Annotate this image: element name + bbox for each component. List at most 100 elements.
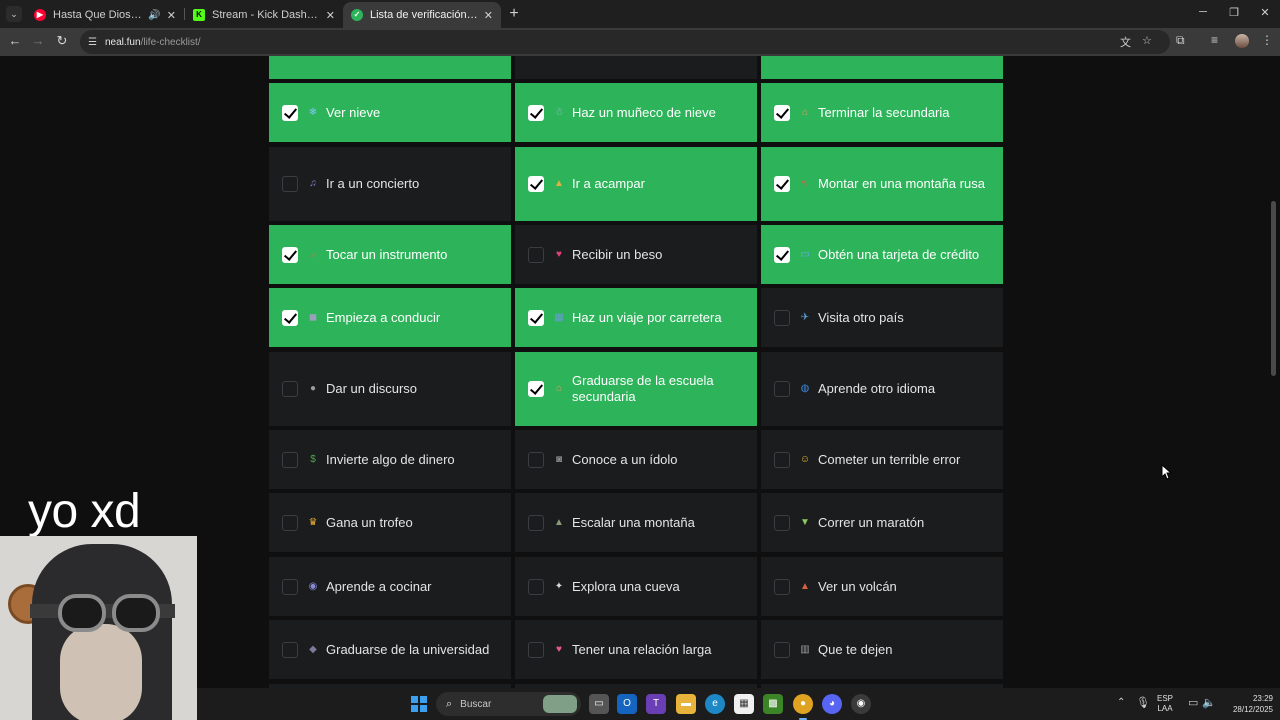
new-tab-icon[interactable]: + [505, 5, 523, 23]
checkbox[interactable] [774, 451, 790, 468]
checklist-item[interactable]: ◆ Graduarse de la universidad [269, 620, 511, 679]
network-icon[interactable]: ▭ [1188, 696, 1198, 709]
checklist-item[interactable]: ☃ Haz un muñeco de nieve [515, 83, 757, 142]
checklist-item[interactable]: ▦ Haz un viaje por carretera [515, 288, 757, 347]
checklist-item[interactable]: ♫ Ir a un concierto [269, 147, 511, 221]
checkbox-checked[interactable] [528, 104, 544, 121]
checkbox[interactable] [528, 514, 544, 531]
checklist-item[interactable]: ▼ Correr un maratón [761, 493, 1003, 552]
checklist-item[interactable]: ⌂ Graduarse de la escuela secundaria [515, 352, 757, 426]
checkbox-checked[interactable] [528, 176, 544, 192]
checklist-item[interactable]: ✦ Explora una cueva [515, 557, 757, 616]
checkbox[interactable] [282, 641, 298, 658]
extensions-icon[interactable]: ⧉ [1176, 33, 1185, 48]
tab-life-checklist[interactable]: ✓ Lista de verificación de vida ✕ [343, 2, 501, 28]
checkbox[interactable] [282, 578, 298, 595]
checklist-item[interactable]: ▲ Escalar una montaña [515, 493, 757, 552]
minimize-icon[interactable]: ─ [1193, 6, 1213, 18]
checkbox[interactable] [282, 514, 298, 531]
checkbox[interactable] [528, 451, 544, 468]
checkbox-checked[interactable] [282, 246, 298, 263]
profile-avatar[interactable] [1235, 34, 1249, 48]
checkbox-checked[interactable] [528, 381, 544, 397]
checklist-item[interactable]: ∿ Montar en una montaña rusa [761, 147, 1003, 221]
translate-icon[interactable]: 文 [1120, 34, 1131, 50]
close-tab-icon[interactable]: ✕ [167, 9, 176, 22]
checklist-item[interactable]: $ Invierte algo de dinero [269, 430, 511, 489]
checklist-item[interactable]: ❄ Ver nieve [269, 83, 511, 142]
minecraft-icon[interactable]: ▩ [763, 694, 783, 714]
close-tab-icon[interactable]: ✕ [326, 9, 335, 22]
checklist-item[interactable]: ◍ Aprende otro idioma [761, 352, 1003, 426]
teams-icon[interactable]: T [646, 694, 666, 714]
checkbox-checked[interactable] [774, 176, 790, 192]
tab-kick[interactable]: K Stream - Kick Dashboard ✕ [185, 2, 343, 28]
microphone-icon[interactable]: 🎙 [1136, 696, 1150, 709]
media-control-icon[interactable]: ≡ [1211, 33, 1218, 47]
checkbox[interactable] [528, 246, 544, 263]
reload-icon[interactable]: ↻ [53, 33, 71, 49]
menu-kebab-icon[interactable]: ⋮ [1261, 33, 1273, 47]
site-info-icon[interactable]: ☰ [88, 37, 97, 48]
checklist-item[interactable]: ◼ Empieza a conducir [269, 288, 511, 347]
checkbox-checked[interactable] [774, 104, 790, 121]
checklist-item-partial[interactable] [269, 56, 511, 79]
checkbox[interactable] [774, 381, 790, 397]
language-indicator[interactable]: ESP LAA [1157, 694, 1173, 714]
checklist-item[interactable]: ♛ Gana un trofeo [269, 493, 511, 552]
checkbox[interactable] [282, 451, 298, 468]
bookmark-star-icon[interactable]: ☆ [1142, 34, 1152, 47]
speaker-icon[interactable]: 🔊 [148, 10, 160, 21]
store-icon[interactable]: ▦ [734, 694, 754, 714]
windows-start-icon[interactable] [411, 696, 427, 712]
forward-icon[interactable]: → [29, 33, 47, 48]
chrome-icon[interactable]: ● [793, 694, 813, 720]
checklist-item[interactable]: ◙ Conoce a un ídolo [515, 430, 757, 489]
task-view-icon[interactable]: ▭ [589, 694, 609, 714]
checkbox[interactable] [528, 641, 544, 658]
checklist-item[interactable]: ♥ Tener una relación larga [515, 620, 757, 679]
checklist-item[interactable]: ☺ Cometer un terrible error [761, 430, 1003, 489]
checkbox-checked[interactable] [282, 309, 298, 326]
outlook-icon[interactable]: O [617, 694, 637, 714]
close-window-icon[interactable]: ✕ [1255, 6, 1275, 19]
checklist-item[interactable]: ▭ Obtén una tarjeta de crédito [761, 225, 1003, 284]
checkbox-checked[interactable] [774, 246, 790, 263]
url-text[interactable]: neal.fun/life-checklist/ [105, 37, 201, 48]
tray-overflow-icon[interactable]: ⌃ [1117, 697, 1125, 708]
checklist-item[interactable]: ▥ Que te dejen [761, 620, 1003, 679]
checkbox-checked[interactable] [528, 309, 544, 326]
tab-youtube[interactable]: ▶ Hasta Que Dios Diga - YouTube 🔊 ✕ [26, 2, 184, 28]
checkbox[interactable] [282, 381, 298, 397]
edge-icon[interactable]: e [705, 694, 725, 714]
checkbox[interactable] [528, 578, 544, 595]
checkbox[interactable] [282, 176, 298, 192]
checklist-item[interactable]: ● Dar un discurso [269, 352, 511, 426]
checklist-item[interactable]: ⌂ Terminar la secundaria [761, 83, 1003, 142]
volume-icon[interactable]: 🔈 [1202, 696, 1216, 709]
address-bar[interactable]: ☰ neal.fun/life-checklist/ 文 ☆ [80, 30, 1170, 54]
checklist-item[interactable]: ▲ Ver un volcán [761, 557, 1003, 616]
steam-icon[interactable]: ◉ [851, 694, 871, 714]
checklist-item[interactable]: ♥ Recibir un beso [515, 225, 757, 284]
checkbox[interactable] [774, 514, 790, 531]
scrollbar-thumb[interactable] [1271, 201, 1276, 376]
checkbox[interactable] [774, 578, 790, 595]
checklist-item-partial[interactable] [761, 56, 1003, 79]
checkbox-checked[interactable] [282, 104, 298, 121]
back-icon[interactable]: ← [6, 33, 24, 48]
checklist-item-partial[interactable] [515, 56, 757, 79]
close-tab-icon[interactable]: ✕ [484, 9, 493, 22]
restore-icon[interactable]: ❐ [1224, 6, 1244, 19]
taskbar-search[interactable]: ⌕ Buscar [436, 692, 581, 716]
tab-search-icon[interactable]: ⌄ [6, 6, 22, 22]
file-explorer-icon[interactable]: ▬ [676, 694, 696, 714]
checklist-item[interactable]: ✈ Visita otro país [761, 288, 1003, 347]
discord-icon[interactable]: ◕ [822, 694, 842, 714]
checklist-item[interactable]: ◉ Aprende a cocinar [269, 557, 511, 616]
checklist-item[interactable]: ♪ Tocar un instrumento [269, 225, 511, 284]
checklist-item[interactable]: ▲ Ir a acampar [515, 147, 757, 221]
checkbox[interactable] [774, 309, 790, 326]
taskbar-clock[interactable]: 23:29 28/12/2025 [1229, 693, 1273, 715]
checkbox[interactable] [774, 641, 790, 658]
